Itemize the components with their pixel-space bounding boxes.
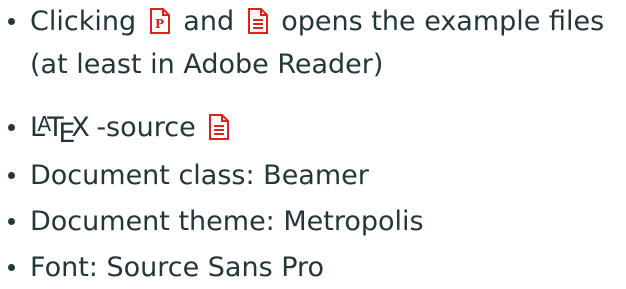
document-theme-text: Document theme: Metropolis [30,206,424,237]
latex-source-line: LATEX -source [30,106,234,153]
clicking-text: Clicking [30,6,137,37]
list-item-line-2: (at least in Adobe Reader) [30,49,384,80]
opens-text: opens the example files [281,6,605,37]
list-item-line-1: Clicking P and opens the example files [30,0,604,47]
source-text: -source [96,112,196,143]
svg-text:P: P [155,17,164,31]
font-text: Font: Source Sans Pro [30,252,325,283]
pdf-presentation-icon[interactable]: P [149,4,171,47]
source-file-icon[interactable] [208,110,230,153]
bullet-icon [8,172,15,179]
bullet-icon [8,124,15,131]
pdf-file-icon[interactable] [247,4,269,47]
document-class-text: Document class: Beamer [30,160,369,191]
latex-logo: LATEX [30,111,90,149]
bullet-icon [8,264,15,271]
and-text: and [183,6,235,37]
bullet-icon [8,18,15,25]
bullet-icon [8,218,15,225]
